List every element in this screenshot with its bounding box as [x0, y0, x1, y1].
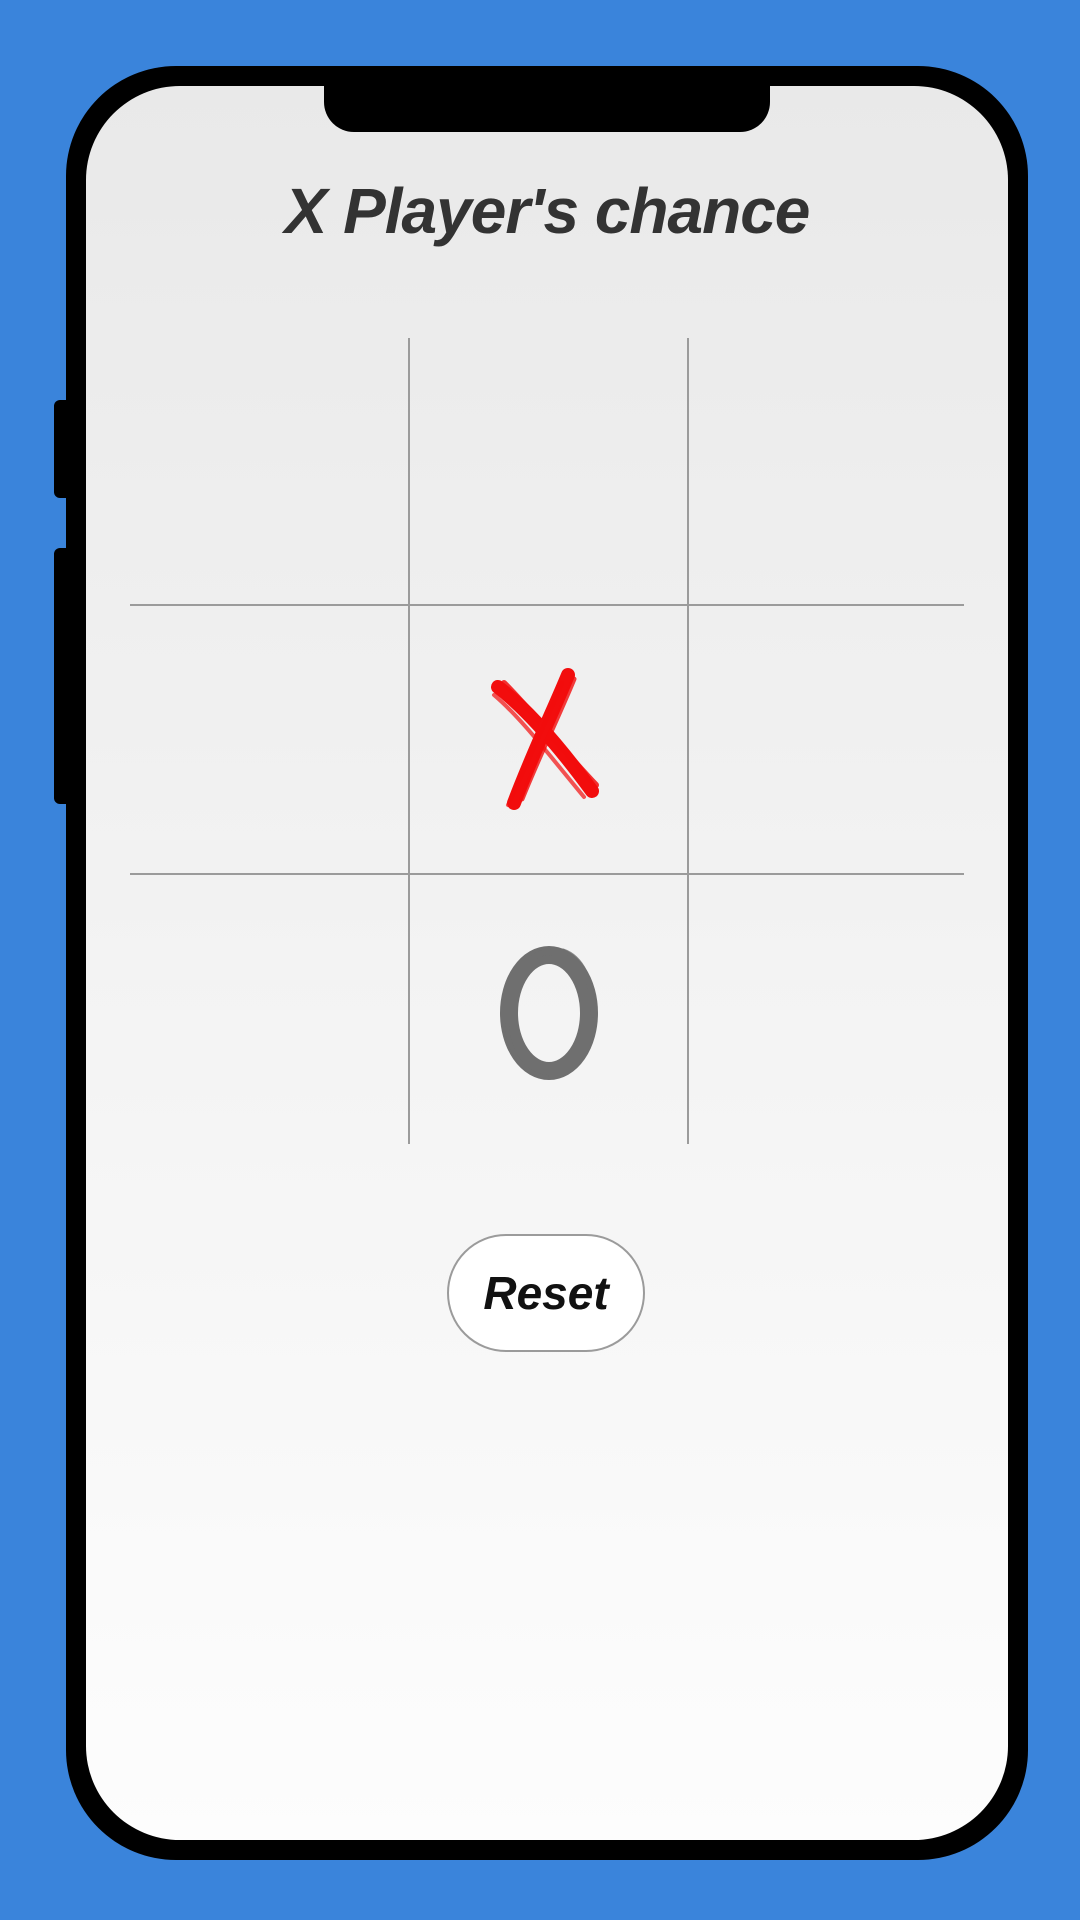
app-background: X Player's chance Reset [0, 0, 1080, 1920]
board-cell-8[interactable] [410, 875, 687, 1144]
phone-screen: X Player's chance Reset [86, 86, 1008, 1840]
board-cell-3[interactable] [689, 338, 964, 604]
board-cell-2[interactable] [410, 338, 687, 604]
o-mark-icon [499, 945, 598, 1080]
turn-status-title: X Player's chance [284, 175, 811, 247]
board-cell-7[interactable] [130, 875, 408, 1144]
board-cell-9[interactable] [689, 875, 964, 1144]
board-cell-1[interactable] [130, 338, 408, 604]
phone-notch [324, 86, 770, 132]
board-cell-6[interactable] [689, 606, 964, 873]
reset-button[interactable]: Reset [447, 1234, 645, 1352]
board-cell-4[interactable] [130, 606, 408, 873]
game-board [130, 338, 964, 1144]
x-mark-icon [490, 667, 599, 810]
board-cell-5[interactable] [410, 606, 687, 873]
